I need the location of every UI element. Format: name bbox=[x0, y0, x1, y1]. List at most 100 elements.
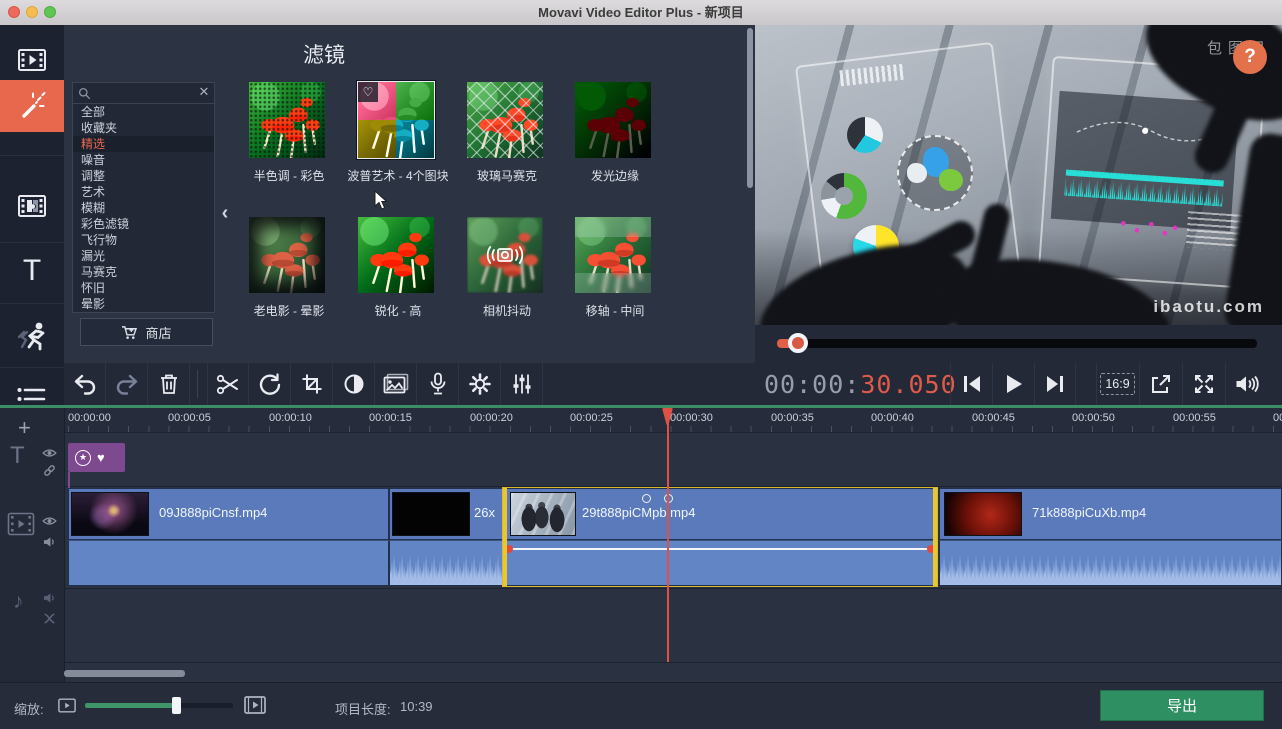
store-cart-icon bbox=[121, 325, 138, 340]
crop-icon bbox=[301, 373, 323, 395]
collapse-panel-button[interactable]: ‹ bbox=[216, 197, 234, 229]
zoom-out-film-icon[interactable] bbox=[58, 698, 76, 713]
category-featured[interactable]: 精选 bbox=[73, 136, 214, 152]
filter-name: 老电影 - 晕影 bbox=[235, 303, 343, 320]
clip-trim-handle-right[interactable] bbox=[933, 488, 937, 586]
filter-thumb-halftone[interactable] bbox=[249, 82, 325, 158]
video-clip-3-selected[interactable]: 29t888piCMpb.mp4 bbox=[503, 488, 937, 586]
category-light-leak[interactable]: 漏光 bbox=[73, 248, 214, 264]
category-vignette[interactable]: 晕影 bbox=[73, 296, 214, 312]
scrubber-handle[interactable] bbox=[788, 333, 808, 353]
undo-button[interactable] bbox=[64, 363, 106, 405]
preview-scrubber-row bbox=[755, 325, 1282, 363]
redo-icon bbox=[115, 373, 139, 395]
category-retro[interactable]: 怀旧 bbox=[73, 280, 214, 296]
video-clip-1[interactable]: 09J888piCnsf.mp4 bbox=[68, 488, 389, 586]
category-adjust[interactable]: 调整 bbox=[73, 168, 214, 184]
titlebar: Movavi Video Editor Plus - 新项目 bbox=[0, 0, 1282, 26]
export-button[interactable]: 导出 bbox=[1100, 690, 1264, 721]
toolbar: 00:00:30.050 16:9 bbox=[64, 363, 1282, 405]
settings-button[interactable] bbox=[459, 363, 501, 405]
record-audio-button[interactable] bbox=[417, 363, 459, 405]
category-favorites[interactable]: 收藏夹 bbox=[73, 120, 214, 136]
previous-frame-button[interactable] bbox=[950, 363, 992, 405]
zoom-slider-handle[interactable] bbox=[172, 697, 181, 714]
category-blur[interactable]: 模糊 bbox=[73, 200, 214, 216]
filter-thumb-tilt-shift[interactable] bbox=[575, 217, 651, 293]
timeline-horizontal-scrollbar[interactable] bbox=[64, 670, 185, 677]
timeline-ruler[interactable]: 00:00:00 00:00:05 00:00:10 00:00:15 00:0… bbox=[64, 408, 1282, 433]
zoom-in-film-icon[interactable] bbox=[244, 696, 266, 714]
filter-categories: ✕ 全部 收藏夹 精选 噪音 调整 艺术 模糊 彩色滤镜 飞行物 漏光 马赛克 … bbox=[72, 82, 215, 313]
audio-track-detach-icon[interactable] bbox=[43, 612, 56, 625]
image-button[interactable] bbox=[375, 363, 417, 405]
filter-thumb-glass-mosaic[interactable] bbox=[467, 82, 543, 158]
audio-track-mute-icon[interactable] bbox=[43, 592, 56, 604]
category-noise[interactable]: 噪音 bbox=[73, 152, 214, 168]
favorite-heart-icon[interactable]: ♡ bbox=[358, 82, 378, 102]
detach-preview-button[interactable] bbox=[1139, 363, 1181, 405]
sidebar-item-media[interactable] bbox=[0, 38, 64, 82]
delete-button[interactable] bbox=[148, 363, 190, 405]
play-button[interactable] bbox=[992, 363, 1034, 405]
zoom-slider-fill bbox=[85, 703, 178, 708]
sidebar-item-titles[interactable]: T bbox=[0, 245, 64, 297]
crop-button[interactable] bbox=[291, 363, 333, 405]
volume-envelope-line[interactable] bbox=[510, 548, 930, 550]
filter-thumb-old-movie[interactable] bbox=[249, 217, 325, 293]
audio-levels-button[interactable] bbox=[501, 363, 543, 405]
aspect-ratio-label: 16:9 bbox=[1100, 373, 1134, 395]
sidebar-item-transitions[interactable] bbox=[0, 180, 64, 232]
clip-audio[interactable] bbox=[389, 540, 503, 586]
category-art[interactable]: 艺术 bbox=[73, 184, 214, 200]
filter-thumb-pop-art[interactable]: ♡ bbox=[358, 82, 434, 158]
playhead-line[interactable] bbox=[667, 408, 669, 662]
video-track-mute-icon[interactable] bbox=[43, 536, 56, 548]
title-clip[interactable]: ★ ♥ bbox=[68, 443, 125, 472]
video-clip-2[interactable]: 26x bbox=[389, 488, 503, 586]
search-box[interactable]: ✕ bbox=[73, 83, 214, 104]
clip-name: 09J888piCnsf.mp4 bbox=[159, 505, 267, 520]
clip-audio[interactable] bbox=[68, 540, 389, 586]
filters-scrollbar[interactable] bbox=[747, 28, 753, 188]
timecode-display: 00:00:30.050 bbox=[764, 363, 957, 405]
sidebar-item-stickers[interactable] bbox=[0, 310, 64, 362]
video-track-visibility-icon[interactable] bbox=[42, 516, 57, 526]
clip-name: 29t888piCMpb.mp4 bbox=[582, 505, 695, 520]
fullscreen-button[interactable] bbox=[1182, 363, 1224, 405]
window-title: Movavi Video Editor Plus - 新项目 bbox=[0, 0, 1282, 25]
trash-icon bbox=[159, 373, 179, 395]
filter-thumb-sharpen[interactable] bbox=[358, 217, 434, 293]
category-color-filters[interactable]: 彩色滤镜 bbox=[73, 216, 214, 232]
filter-thumb-glow-edges[interactable] bbox=[575, 82, 651, 158]
rotate-button[interactable] bbox=[249, 363, 291, 405]
clip-audio[interactable] bbox=[939, 540, 1282, 586]
filter-thumb-camera-shake[interactable] bbox=[467, 217, 543, 293]
scrubber-track[interactable] bbox=[777, 339, 1257, 348]
timecode-main: 00:00: bbox=[764, 370, 860, 399]
title-track-visibility-icon[interactable] bbox=[42, 448, 57, 458]
search-input[interactable] bbox=[95, 84, 195, 102]
clip-trim-handle-left[interactable] bbox=[503, 488, 507, 586]
clip-audio[interactable] bbox=[503, 540, 937, 586]
filter-name: 相机抖动 bbox=[453, 303, 561, 320]
category-flying[interactable]: 飞行物 bbox=[73, 232, 214, 248]
category-mosaic[interactable]: 马赛克 bbox=[73, 264, 214, 280]
help-button[interactable]: ? bbox=[1233, 40, 1267, 74]
redo-button[interactable] bbox=[106, 363, 148, 405]
category-all[interactable]: 全部 bbox=[73, 104, 214, 120]
store-button[interactable]: 商店 bbox=[80, 318, 213, 346]
split-button[interactable] bbox=[207, 363, 249, 405]
title-track-link-icon[interactable] bbox=[43, 464, 56, 477]
next-frame-button[interactable] bbox=[1034, 363, 1076, 405]
ruler-label: 00:00:45 bbox=[972, 412, 1015, 424]
volume-button[interactable] bbox=[1225, 363, 1267, 405]
video-clip-4[interactable]: 71k888piCuXb.mp4 bbox=[939, 488, 1282, 586]
close-search-icon[interactable]: ✕ bbox=[196, 84, 212, 100]
keyframe-marker[interactable] bbox=[642, 494, 651, 503]
add-track-button[interactable]: + bbox=[18, 415, 31, 441]
color-adjustments-button[interactable] bbox=[333, 363, 375, 405]
ruler-label: 00:00:00 bbox=[68, 412, 111, 424]
sidebar-item-filters[interactable] bbox=[0, 80, 64, 132]
aspect-ratio-button[interactable]: 16:9 bbox=[1096, 363, 1138, 405]
